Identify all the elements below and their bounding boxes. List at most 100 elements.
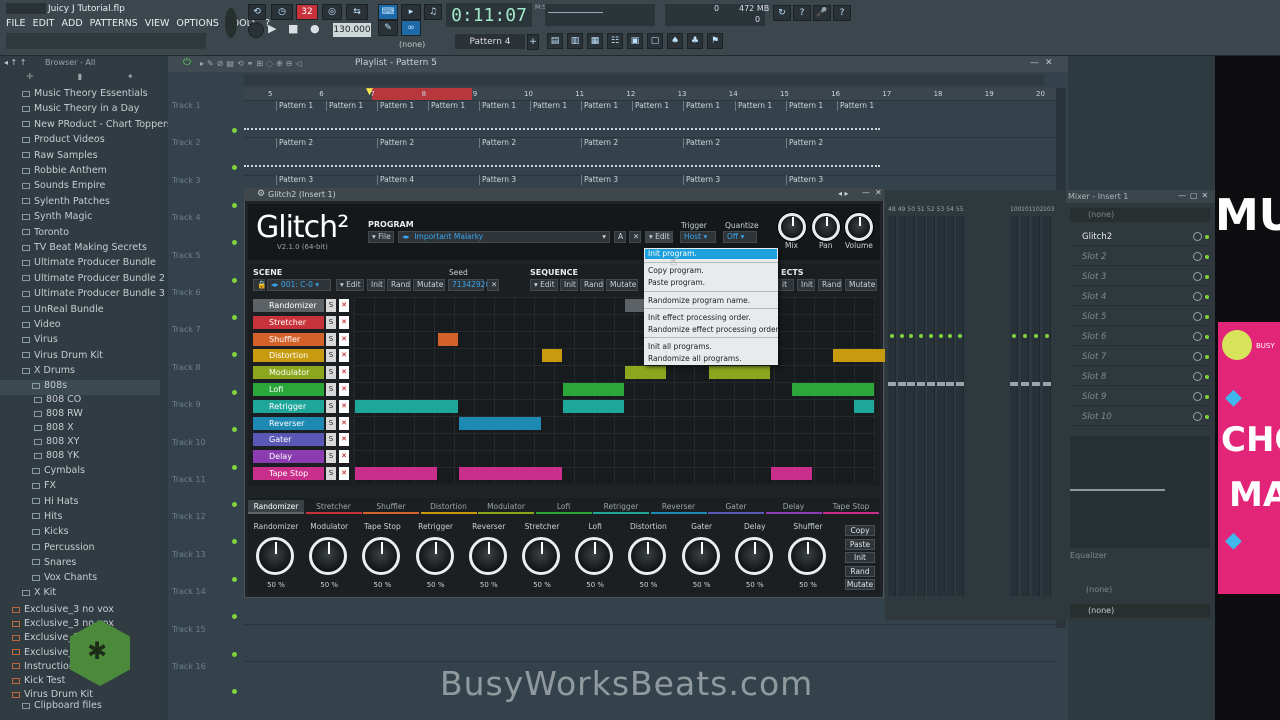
mixer-strip[interactable] (936, 216, 945, 596)
sequence-block[interactable] (791, 383, 874, 396)
track-led[interactable] (232, 315, 237, 320)
mixer-fader[interactable] (917, 382, 926, 386)
mixer-slot[interactable]: Slot 8 (1070, 368, 1210, 386)
scene-init-button[interactable]: Init (367, 279, 385, 291)
effect-lane[interactable]: Shuffler (253, 332, 324, 346)
tab-tape-stop[interactable]: Tape Stop (823, 500, 879, 514)
track-label[interactable]: Track 11 (172, 475, 206, 484)
solo-button[interactable]: S (326, 332, 336, 346)
pan-knob[interactable] (812, 213, 840, 241)
lock-icon[interactable]: 🔒 (253, 279, 266, 291)
browser-item[interactable]: Synth Magic (0, 211, 160, 226)
track-led[interactable] (232, 128, 237, 133)
master-volume-knob[interactable] (225, 8, 237, 38)
strip-led[interactable] (928, 334, 933, 338)
strip-led[interactable] (1045, 334, 1049, 338)
snap-icon[interactable]: ✎ (378, 20, 398, 36)
amount-knob[interactable] (415, 537, 454, 575)
browser-item[interactable]: Raw Samples (0, 150, 160, 165)
playlist-clip[interactable]: Pattern 1 (479, 101, 516, 111)
mixer-strip[interactable] (907, 216, 916, 596)
playlist-clip[interactable]: Pattern 1 (786, 101, 823, 111)
scene-rand-button[interactable]: Rand (387, 279, 411, 291)
sequence-edit-button[interactable]: ▾ Edit (530, 279, 558, 291)
playlist-clip[interactable]: Pattern 1 (837, 101, 874, 111)
browser-item[interactable]: FX (0, 480, 160, 495)
effect-lane[interactable]: Retrigger (253, 399, 324, 413)
file-icon[interactable]: ▮ (78, 72, 82, 84)
browser-item[interactable]: Cymbals (0, 465, 160, 480)
track-led[interactable] (232, 651, 237, 657)
effect-lane[interactable]: Tape Stop (253, 467, 324, 480)
effect-lane[interactable]: Randomizer (253, 299, 324, 312)
browser-item[interactable]: 808s (0, 380, 160, 395)
mixer-slot[interactable]: Slot 2 (1070, 248, 1210, 266)
tab-stretcher[interactable]: Stretcher (305, 500, 362, 514)
slot-enable-led[interactable] (1205, 375, 1209, 379)
mixer-fader[interactable] (955, 382, 964, 386)
mixer-fader[interactable] (888, 382, 896, 386)
tab-retrigger[interactable]: Retrigger (593, 500, 649, 514)
track-label[interactable]: Track 5 (172, 251, 201, 260)
playlist-close-icon[interactable]: ✕ (1045, 58, 1053, 68)
volume-knob[interactable] (845, 213, 873, 241)
mixer-strip[interactable] (917, 216, 926, 596)
mixer-slot[interactable]: Slot 4 (1070, 288, 1210, 306)
playlist-scroll[interactable] (244, 74, 1044, 86)
program-edit-button[interactable]: ▾ Edit (645, 231, 673, 243)
piano-roll-icon[interactable]: ▥ (567, 33, 583, 49)
menu-edit[interactable]: EDIT (33, 18, 55, 29)
playlist-clip[interactable]: Pattern 1 (377, 101, 414, 111)
mixer-strip[interactable] (1032, 216, 1040, 596)
mixer-slot[interactable]: Slot 6 (1070, 328, 1210, 346)
bypass-button[interactable]: ✕ (339, 349, 349, 363)
track-label[interactable]: Track 3 (172, 176, 201, 185)
slot-enable-led[interactable] (1205, 295, 1209, 299)
step-counter[interactable]: 32 (296, 4, 318, 20)
browser-item[interactable]: 808 YK (0, 450, 160, 465)
mixer-output[interactable]: (none) (1070, 604, 1210, 618)
playlist-clip[interactable]: Pattern 1 (428, 101, 465, 111)
effect-lane[interactable]: Stretcher (253, 315, 324, 329)
effects-rand-button[interactable]: Rand (818, 279, 842, 291)
browser-item[interactable]: 808 RW (0, 408, 160, 423)
amount-knob[interactable] (522, 537, 560, 575)
amount-knob[interactable] (734, 537, 773, 575)
solo-button[interactable]: S (326, 433, 336, 447)
browser-item[interactable]: Toronto (0, 227, 160, 242)
mixer-preset[interactable]: (none) (1070, 208, 1210, 222)
question-icon[interactable]: ? (833, 5, 851, 21)
trigger-select[interactable]: Host ▾ (680, 231, 716, 243)
metronome-icon[interactable]: ◷ (271, 4, 293, 20)
track-label[interactable]: Track 4 (172, 213, 201, 222)
browser-item[interactable]: Hi Hats (0, 496, 160, 511)
track-label[interactable]: Track 16 (172, 662, 206, 671)
mixer-fader[interactable] (1010, 382, 1018, 386)
solo-button[interactable]: S (326, 450, 336, 464)
touch-controller-icon[interactable]: ♣ (687, 33, 703, 49)
refresh-icon[interactable]: ↻ (773, 5, 791, 21)
mixer-slot[interactable]: Slot 5 (1070, 308, 1210, 326)
play-icon[interactable]: ▶ (268, 22, 282, 36)
snap-value[interactable]: (none) (399, 40, 425, 49)
playlist-clip[interactable]: Pattern 1 (735, 101, 772, 111)
microphone-icon[interactable]: 🎤 (813, 5, 831, 21)
slot-mix-knob[interactable] (1193, 292, 1202, 301)
browser-item[interactable]: X Drums (0, 365, 160, 380)
sequence-rand-button[interactable]: Rand (580, 279, 604, 291)
tab-gater[interactable]: Gater (708, 500, 764, 514)
paste-button[interactable]: Paste (845, 538, 875, 550)
sequence-block[interactable] (625, 366, 666, 380)
slot-mix-knob[interactable] (1193, 392, 1202, 401)
playlist-clip[interactable]: Pattern 4 (377, 175, 414, 185)
track-label[interactable]: Track 8 (172, 363, 201, 372)
playlist-clip[interactable]: Pattern 1 (276, 101, 313, 111)
bypass-button[interactable]: ✕ (339, 450, 349, 464)
slot-mix-knob[interactable] (1193, 372, 1202, 381)
track-led[interactable] (232, 202, 237, 208)
strip-led[interactable] (1012, 334, 1016, 338)
scene-edit-button[interactable]: ▾ Edit (336, 279, 364, 291)
plugin-picker-icon[interactable]: ▣ (627, 33, 643, 49)
browser-item[interactable]: Music Theory Essentials (0, 88, 160, 103)
pat-song-icon[interactable]: ⟲ (248, 4, 266, 20)
